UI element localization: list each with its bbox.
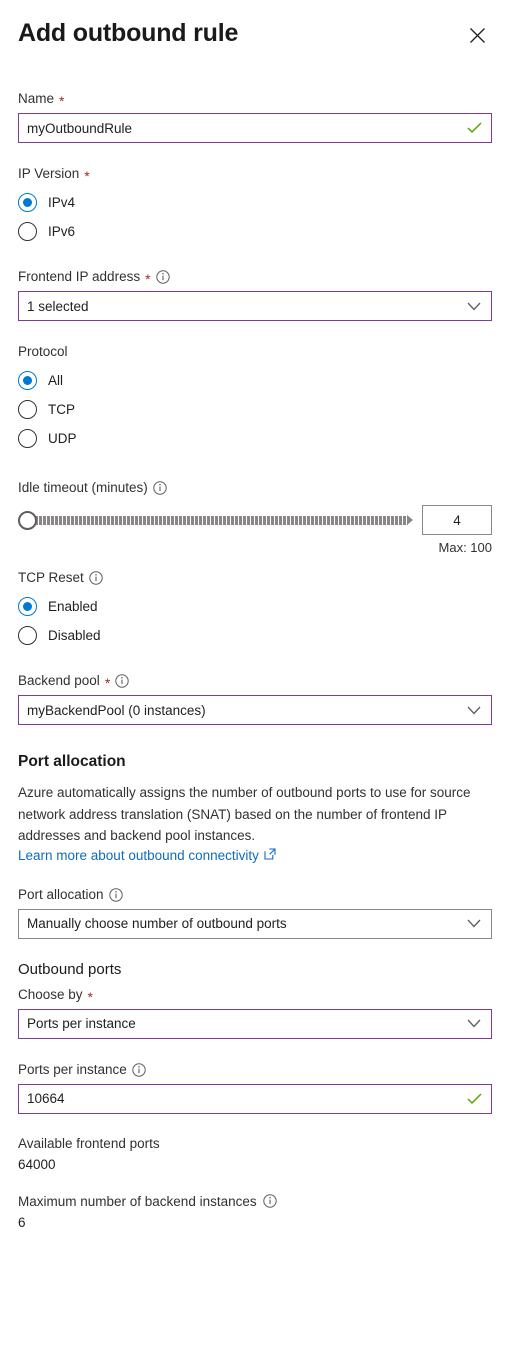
radio-protocol-udp[interactable]: UDP [18, 424, 492, 453]
info-icon[interactable] [153, 481, 167, 495]
port-allocation-heading: Port allocation [18, 753, 126, 770]
info-icon[interactable] [132, 1062, 146, 1077]
radio-label: IPv6 [48, 224, 76, 239]
radio-indicator[interactable] [18, 597, 37, 616]
learn-more-label: Learn more about outbound connectivity [18, 847, 259, 863]
info-icon[interactable] [89, 571, 103, 585]
port-allocation-dropdown[interactable] [18, 908, 492, 939]
choose-by-value[interactable] [19, 1009, 467, 1038]
name-field-group: Name * [18, 90, 492, 143]
external-link-icon [264, 847, 276, 863]
radio-label: All [48, 373, 64, 388]
ports-per-instance-group: Ports per instance [18, 1061, 492, 1114]
required-asterisk: * [104, 675, 111, 691]
max-backend-instances-value: 6 [18, 1214, 26, 1230]
protocol-group: Protocol All TCP UDP [18, 343, 492, 453]
max-backend-instances-label: Maximum number of backend instances [18, 1194, 492, 1209]
radio-indicator[interactable] [18, 222, 37, 241]
radio-indicator[interactable] [18, 626, 37, 645]
backend-pool-value[interactable] [19, 696, 467, 724]
ports-per-instance-textbox[interactable] [18, 1083, 492, 1114]
info-icon[interactable] [115, 674, 129, 688]
backend-pool-dropdown[interactable] [18, 695, 492, 725]
radio-label: Disabled [48, 628, 101, 643]
radio-indicator[interactable] [18, 400, 37, 419]
name-textbox[interactable] [18, 113, 492, 143]
backend-pool-group: Backend pool * [18, 672, 492, 725]
max-backend-instances-group: Maximum number of backend instances 6 [18, 1194, 492, 1230]
frontend-ip-label: Frontend IP address * [18, 268, 492, 286]
port-allocation-label: Port allocation [18, 886, 492, 904]
required-asterisk: * [145, 271, 151, 287]
chevron-down-icon [467, 302, 491, 311]
port-allocation-group: Port allocation [18, 886, 492, 939]
port-allocation-description: Azure automatically assigns the number o… [18, 785, 471, 843]
radio-ipv4[interactable]: IPv4 [18, 188, 492, 217]
required-asterisk: * [59, 93, 65, 109]
ip-version-group: IP Version * IPv4 IPv6 [18, 165, 492, 246]
backend-pool-label: Backend pool * [18, 672, 492, 690]
idle-timeout-row: Max: 100 [18, 505, 492, 555]
frontend-ip-dropdown[interactable] [18, 291, 492, 321]
name-input[interactable] [19, 114, 467, 142]
radio-indicator[interactable] [18, 429, 37, 448]
frontend-ip-value[interactable] [19, 292, 467, 320]
choose-by-label: Choose by * [18, 986, 93, 1005]
available-frontend-ports-group: Available frontend ports 64000 [18, 1136, 492, 1172]
required-asterisk: * [87, 988, 93, 1005]
page-title: Add outbound rule [18, 19, 239, 47]
learn-more-link[interactable]: Learn more about outbound connectivity [18, 848, 276, 863]
checkmark-icon [467, 1092, 491, 1105]
chevron-down-icon [467, 1019, 491, 1028]
protocol-label: Protocol [18, 344, 68, 359]
available-frontend-ports-value: 64000 [18, 1156, 56, 1172]
tcp-reset-group: TCP Reset Enabled Disabled [18, 569, 492, 650]
port-allocation-value[interactable] [19, 909, 467, 938]
radio-ipv6[interactable]: IPv6 [18, 217, 492, 246]
name-label: Name * [18, 91, 65, 109]
slider-track[interactable] [35, 514, 413, 525]
panel-header: Add outbound rule [18, 0, 492, 50]
frontend-ip-group: Frontend IP address * [18, 268, 492, 321]
outbound-ports-heading: Outbound ports [18, 960, 122, 978]
ports-per-instance-input[interactable] [19, 1084, 467, 1113]
radio-indicator[interactable] [18, 193, 37, 212]
tcp-reset-label: TCP Reset [18, 569, 492, 587]
idle-timeout-group: Idle timeout (minutes) Max: 100 [18, 479, 492, 555]
ip-version-label: IP Version * [18, 166, 90, 184]
idle-timeout-value-group: Max: 100 [422, 505, 492, 555]
radio-protocol-tcp[interactable]: TCP [18, 395, 492, 424]
radio-label: UDP [48, 431, 77, 446]
info-icon[interactable] [262, 1194, 277, 1208]
info-icon[interactable] [108, 887, 123, 902]
add-outbound-rule-panel: Add outbound rule Name * IP Version * IP… [0, 0, 510, 1230]
radio-label: IPv4 [48, 195, 76, 210]
ports-per-instance-label: Ports per instance [18, 1061, 492, 1079]
idle-timeout-input[interactable] [423, 511, 491, 529]
idle-timeout-label: Idle timeout (minutes) [18, 479, 492, 497]
checkmark-icon [467, 122, 491, 134]
idle-timeout-max-note: Max: 100 [438, 540, 492, 555]
close-icon [469, 27, 486, 44]
available-frontend-ports-label: Available frontend ports [18, 1135, 160, 1151]
chevron-down-icon [467, 706, 491, 715]
choose-by-group: Choose by * [18, 986, 492, 1039]
required-asterisk: * [84, 168, 90, 184]
radio-protocol-all[interactable]: All [18, 366, 492, 395]
choose-by-dropdown[interactable] [18, 1008, 492, 1039]
info-icon[interactable] [155, 270, 170, 284]
radio-tcp-reset-enabled[interactable]: Enabled [18, 592, 492, 621]
idle-timeout-slider[interactable] [18, 505, 413, 535]
radio-label: Enabled [48, 599, 98, 614]
chevron-down-icon [467, 919, 491, 928]
close-button[interactable] [462, 20, 492, 50]
radio-indicator[interactable] [18, 371, 37, 390]
slider-thumb[interactable] [18, 510, 37, 530]
radio-label: TCP [48, 402, 75, 417]
idle-timeout-spinbox[interactable] [422, 505, 492, 535]
radio-tcp-reset-disabled[interactable]: Disabled [18, 621, 492, 650]
